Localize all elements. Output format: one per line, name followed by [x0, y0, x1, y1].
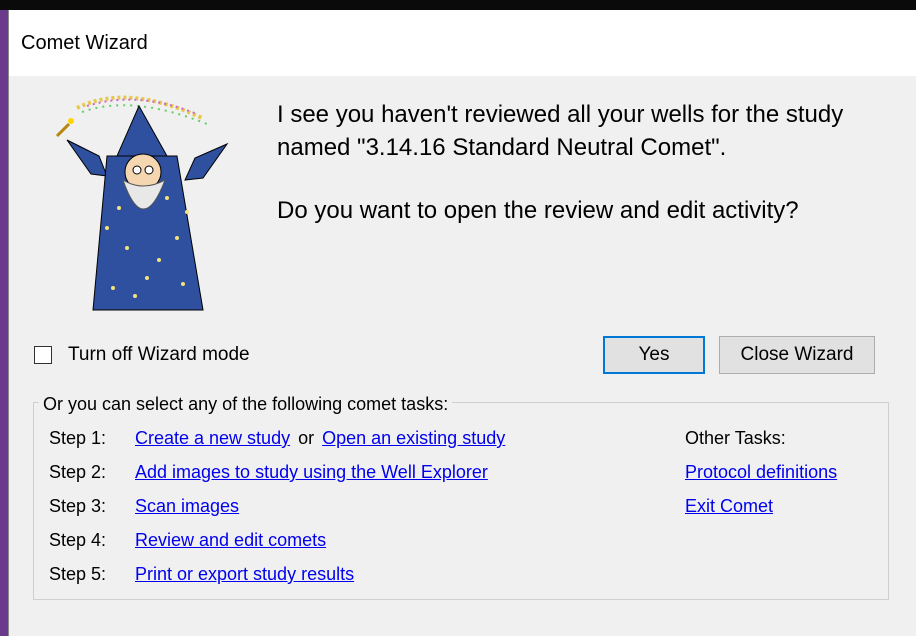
step-2: Step 2: Add images to study using the Wel…: [49, 462, 488, 486]
or-separator: or: [298, 428, 315, 448]
wizard-mode-toggle[interactable]: Turn off Wizard mode: [34, 343, 250, 367]
create-study-link[interactable]: Create a new study: [135, 428, 290, 448]
message-question: Do you want to open the review and edit …: [277, 197, 799, 224]
yes-button[interactable]: Yes: [603, 336, 705, 374]
wizard-mode-checkbox[interactable]: [34, 346, 52, 364]
step-label: Step 5:: [49, 564, 107, 584]
scan-images-link[interactable]: Scan images: [135, 496, 239, 516]
exit-comet-link[interactable]: Exit Comet: [685, 496, 773, 517]
step-1: Step 1: Create a new study or Open an exist…: [49, 428, 505, 452]
title-bar[interactable]: Comet Wizard: [9, 10, 916, 76]
step-label: Step 4:: [49, 530, 107, 550]
step-label: Step 3:: [49, 496, 107, 516]
wizard-message: I see you haven't reviewed all your well…: [277, 98, 897, 257]
wizard-icon: [55, 95, 229, 311]
desktop-top-edge: [0, 0, 916, 10]
open-study-link[interactable]: Open an existing study: [322, 428, 505, 448]
message-reviewed: I see you haven't reviewed all your well…: [277, 101, 844, 161]
step-label: Step 1:: [49, 428, 107, 448]
window-title: Comet Wizard: [21, 32, 148, 54]
tasks-legend: Or you can select any of the following c…: [39, 394, 453, 415]
review-comets-link[interactable]: Review and edit comets: [135, 530, 326, 550]
step-label: Step 2:: [49, 462, 107, 482]
step-3: Step 3: Scan images: [49, 496, 239, 520]
other-tasks-title: Other Tasks:: [685, 428, 786, 448]
step-5: Step 5: Print or export study results: [49, 564, 354, 588]
close-wizard-button[interactable]: Close Wizard: [719, 336, 875, 374]
print-export-link[interactable]: Print or export study results: [135, 564, 354, 584]
step-4: Step 4: Review and edit comets: [49, 530, 326, 554]
wizard-mode-label: Turn off Wizard mode: [68, 344, 250, 365]
add-images-link[interactable]: Add images to study using the Well Explo…: [135, 462, 488, 482]
comet-wizard-dialog: Comet Wizard I see you haven't reviewed …: [8, 10, 916, 636]
protocol-definitions-link[interactable]: Protocol definitions: [685, 462, 837, 483]
